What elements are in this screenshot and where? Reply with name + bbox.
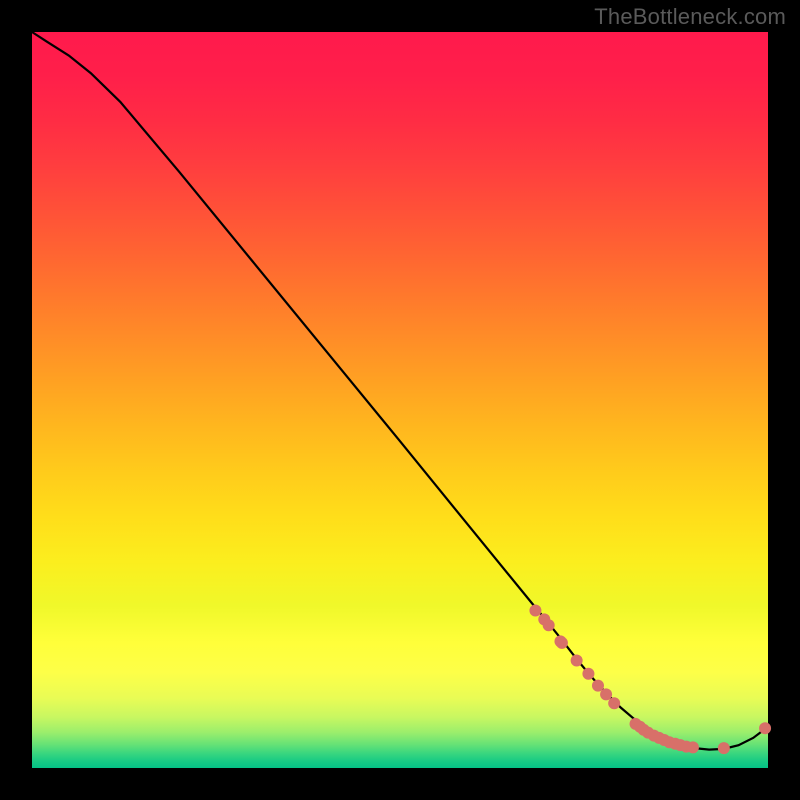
data-marker (608, 697, 620, 709)
data-marker (543, 619, 555, 631)
watermark-text: TheBottleneck.com (594, 4, 786, 30)
data-marker (592, 680, 604, 692)
data-marker (571, 655, 583, 667)
plot-area (32, 32, 768, 768)
data-marker (582, 668, 594, 680)
data-marker (600, 688, 612, 700)
data-marker (529, 605, 541, 617)
data-marker (759, 722, 771, 734)
curve-layer (32, 32, 768, 768)
marker-group (529, 605, 771, 755)
data-marker (556, 637, 568, 649)
chart-stage: TheBottleneck.com (0, 0, 800, 800)
bottleneck-curve (32, 32, 768, 750)
data-marker (718, 742, 730, 754)
data-marker (687, 741, 699, 753)
